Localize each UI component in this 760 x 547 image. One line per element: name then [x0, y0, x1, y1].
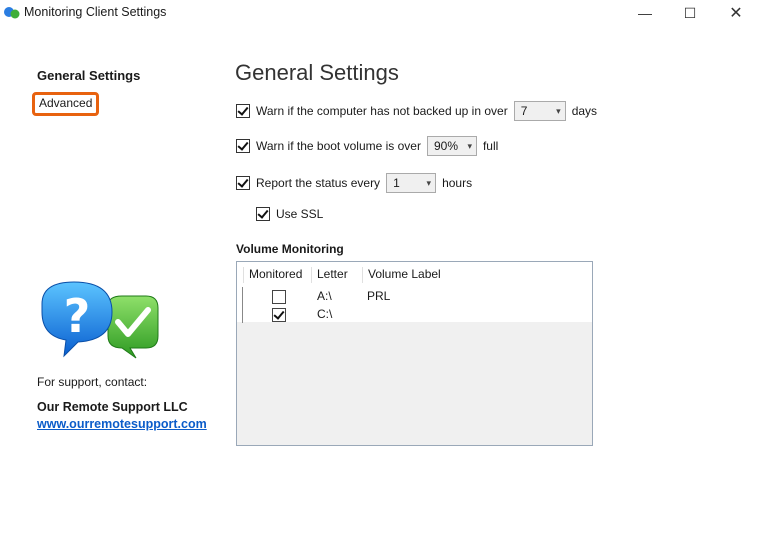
nav-item-advanced[interactable]: Advanced	[32, 92, 100, 116]
boot-volume-label: Warn if the boot volume is over	[256, 139, 421, 153]
company-name: Our Remote Support LLC	[37, 400, 188, 414]
nav-item-general-settings[interactable]: General Settings	[37, 68, 140, 83]
chevron-down-icon: ▾	[467, 140, 472, 151]
window-title: Monitoring Client Settings	[24, 5, 167, 19]
boot-volume-checkbox[interactable]	[236, 139, 250, 153]
column-header-volume-label[interactable]: Volume Label	[362, 267, 441, 283]
status-report-label: Report the status every	[256, 176, 381, 190]
status-report-value: 1	[393, 176, 400, 190]
table-row[interactable]: A:\ PRL	[237, 287, 592, 305]
svg-text:?: ?	[64, 289, 91, 343]
boot-volume-value: 90%	[433, 139, 458, 153]
use-ssl-checkbox[interactable]	[256, 207, 270, 221]
backup-days-select[interactable]: 7 ▾	[513, 101, 566, 121]
support-logo-icon: ?	[41, 281, 159, 359]
chevron-down-icon: ▾	[426, 177, 432, 188]
monitored-checkbox[interactable]	[272, 308, 286, 322]
use-ssl-row: Use SSL	[256, 207, 323, 221]
cell-volume-label: PRL	[367, 289, 391, 303]
page-title: General Settings	[235, 60, 399, 85]
minimize-button[interactable]: —	[622, 0, 668, 26]
volume-monitoring-table[interactable]: Monitored Letter Volume Label A:\ PRL C:…	[236, 261, 593, 446]
status-report-select[interactable]: 1 ▾	[386, 173, 437, 193]
status-report-row: Report the status every 1 ▾ hours	[236, 173, 472, 193]
status-report-unit: hours	[442, 176, 473, 190]
support-website-link[interactable]: www.ourremotesupport.com	[37, 417, 207, 431]
table-body: A:\ PRL C:\	[237, 286, 592, 323]
cell-letter: C:\	[317, 307, 333, 321]
use-ssl-label: Use SSL	[276, 207, 324, 221]
boot-volume-select[interactable]: 90% ▾	[426, 136, 477, 156]
close-button[interactable]: ✕	[713, 0, 759, 26]
app-icon	[4, 7, 20, 19]
monitored-checkbox[interactable]	[272, 290, 286, 304]
backup-warning-label: Warn if the computer has not backed up i…	[256, 104, 508, 118]
maximize-button[interactable]: ☐	[667, 0, 713, 26]
row-indicator	[242, 287, 243, 305]
table-header: Monitored Letter Volume Label	[237, 262, 592, 287]
support-contact-label: For support, contact:	[37, 375, 148, 389]
backup-days-value: 7	[520, 104, 528, 118]
column-header-letter[interactable]: Letter	[311, 267, 348, 283]
backup-warning-row: Warn if the computer has not backed up i…	[236, 101, 597, 121]
table-row[interactable]: C:\	[237, 305, 592, 323]
row-indicator	[242, 305, 243, 323]
status-report-checkbox[interactable]	[236, 176, 250, 190]
chevron-down-icon: ▾	[556, 105, 561, 116]
boot-volume-unit: full	[482, 139, 499, 153]
column-header-monitored[interactable]: Monitored	[243, 267, 302, 283]
backup-warning-checkbox[interactable]	[236, 104, 250, 118]
cell-letter: A:\	[317, 289, 332, 303]
volume-monitoring-title: Volume Monitoring	[236, 242, 344, 256]
boot-volume-row: Warn if the boot volume is over 90% ▾ fu…	[236, 136, 498, 156]
backup-days-unit: days	[571, 104, 598, 118]
title-bar: Monitoring Client Settings — ☐ ✕	[0, 0, 760, 28]
